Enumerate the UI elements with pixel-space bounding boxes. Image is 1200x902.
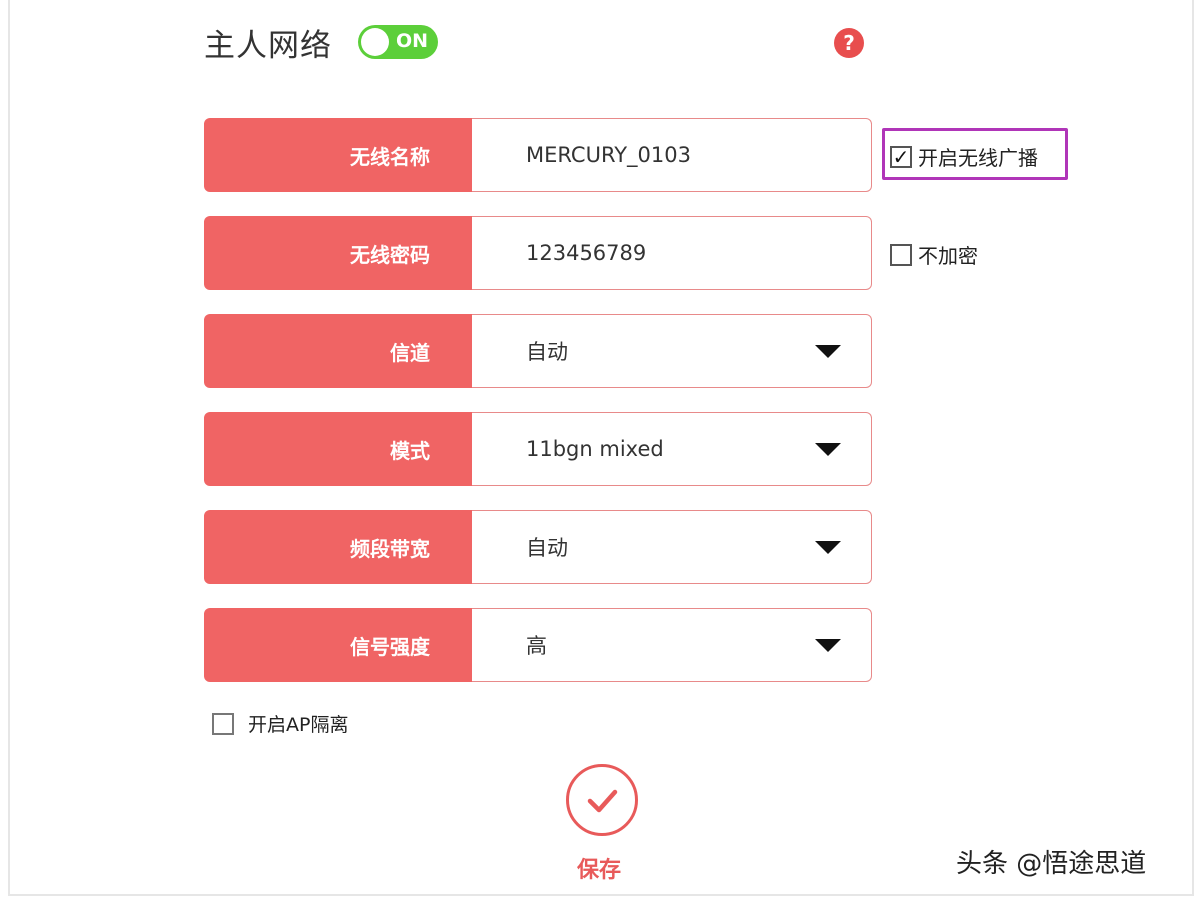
channel-select[interactable]: 自动 [472,314,872,388]
checkbox-box [212,712,234,735]
signal-select[interactable]: 高 [472,608,872,682]
triangle-down-icon [815,541,841,554]
triangle-down-icon [815,443,841,456]
mode-value: 11bgn mixed [526,437,664,461]
channel-label: 信道 [204,314,472,388]
checkbox-box: ✓ [890,144,912,169]
mode-select[interactable]: 11bgn mixed [472,412,872,486]
mode-label: 模式 [204,412,472,486]
ssid-input[interactable]: MERCURY_0103 [472,118,872,192]
save-button[interactable] [566,764,638,836]
no-encrypt-checkbox[interactable]: 不加密 [890,240,978,269]
check-circle-icon [587,789,618,813]
toggle-knob [361,28,389,56]
password-input[interactable]: 123456789 [472,216,872,290]
header: 主人网络 ON [204,22,438,64]
bandwidth-select[interactable]: 自动 [472,510,872,584]
bandwidth-value: 自动 [526,536,568,560]
network-toggle[interactable]: ON [358,25,438,59]
check-icon: ✓ [892,144,910,169]
broadcast-label: 开启无线广播 [918,146,1038,170]
ap-isolation-label: 开启AP隔离 [248,714,349,736]
ssid-value: MERCURY_0103 [526,143,691,167]
ssid-label: 无线名称 [204,118,472,192]
triangle-down-icon [815,345,841,358]
broadcast-checkbox[interactable]: ✓ 开启无线广播 [890,142,1038,171]
watermark: 头条 @悟途思道 [956,849,1147,879]
channel-value: 自动 [526,340,568,364]
password-value: 123456789 [526,241,647,265]
password-row: 无线密码 123456789 [204,216,872,290]
save-label[interactable]: 保存 [577,852,621,884]
mode-row: 模式 11bgn mixed [204,412,872,486]
password-label: 无线密码 [204,216,472,290]
no-encrypt-label: 不加密 [918,244,978,268]
help-icon[interactable]: ? [834,28,864,58]
bandwidth-row: 频段带宽 自动 [204,510,872,584]
channel-row: 信道 自动 [204,314,872,388]
checkbox-box [890,243,912,266]
signal-label: 信号强度 [204,608,472,682]
ap-isolation-checkbox[interactable]: 开启AP隔离 [212,710,348,737]
ssid-row: 无线名称 MERCURY_0103 [204,118,872,192]
signal-value: 高 [526,634,547,658]
signal-row: 信号强度 高 [204,608,872,682]
toggle-label: ON [395,30,428,52]
bandwidth-label: 频段带宽 [204,510,472,584]
page-title: 主人网络 [204,27,332,64]
triangle-down-icon [815,639,841,652]
